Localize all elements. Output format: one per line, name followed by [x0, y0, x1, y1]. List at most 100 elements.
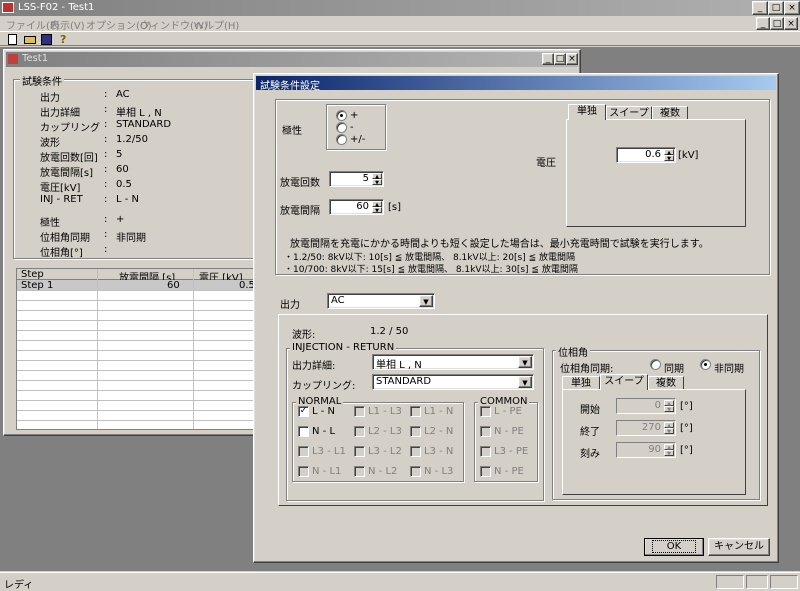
maximize-button[interactable]: □ [768, 1, 784, 15]
condition-value: L - N [116, 194, 140, 205]
interval-unit: [s] [388, 202, 402, 213]
phase-field-value: 90 [648, 444, 661, 455]
status-bar: レディ [0, 572, 800, 591]
voltage-tab-single[interactable]: 単独 [568, 104, 606, 120]
polarity-both-radio[interactable] [336, 134, 347, 145]
coupling-select[interactable]: STANDARD ▼ [372, 374, 534, 390]
normal-checkbox[interactable] [298, 466, 309, 477]
common-checkbox-label: N - PE [494, 466, 524, 477]
condition-value: 1.2/50 [116, 134, 148, 145]
grid-row-line [17, 390, 255, 391]
condition-value: 非同期 [116, 233, 146, 244]
waveform-value: 1.2 / 50 [370, 326, 409, 337]
count-spinner[interactable]: ▲ ▼ [372, 173, 382, 186]
phase-tab-sweep[interactable]: スイープ [600, 374, 648, 390]
common-checkbox[interactable] [480, 426, 491, 437]
interval-spinner[interactable]: ▲ ▼ [372, 201, 382, 214]
normal-checkbox[interactable] [298, 446, 309, 457]
condition-value: STANDARD [116, 119, 172, 130]
settings-dialog: 試験条件設定 極性 + - +/- 放電回数 5 ▲ ▼ 放電間隔 60 ▲ ▼ [… [253, 73, 779, 563]
common-checkbox[interactable] [480, 446, 491, 457]
phase-async-radio-label: 非同期 [714, 364, 744, 375]
phase-field-spinner[interactable]: ▲ ▼ [664, 400, 674, 413]
normal-checkbox[interactable] [410, 426, 421, 437]
voltage-tab-multi[interactable]: 複数 [652, 106, 688, 120]
condition-colon: : [104, 104, 108, 115]
polarity-minus-radio[interactable] [336, 122, 347, 133]
status-pane [770, 575, 798, 589]
child-title: Test1 [22, 53, 49, 64]
menu-help[interactable]: ヘルプ(H) [194, 17, 239, 32]
normal-checkbox[interactable] [410, 446, 421, 457]
output-select[interactable]: AC ▼ [327, 293, 435, 309]
voltage-input[interactable]: 0.6 ▲ ▼ [616, 147, 676, 163]
chevron-down-icon[interactable]: ▼ [518, 356, 532, 368]
minimize-button[interactable]: _ [752, 1, 768, 15]
normal-checkbox[interactable]: ✓ [298, 406, 309, 417]
grid-header-step[interactable]: Step [21, 269, 44, 280]
child-titlebar: Test1 _ □ × [6, 52, 578, 67]
voltage-tab-sweep[interactable]: スイープ [606, 106, 652, 120]
grid-col-line [193, 269, 194, 429]
normal-checkbox[interactable] [410, 466, 421, 477]
coupling-value: STANDARD [376, 376, 432, 387]
polarity-minus-label: - [350, 122, 354, 133]
coupling-label: カップリング: [292, 381, 356, 392]
phase-field-input[interactable]: 270 ▲ ▼ [616, 420, 676, 436]
phase-field-value: 0 [654, 400, 661, 411]
chevron-down-icon[interactable]: ▼ [518, 376, 532, 388]
polarity-plus-label: + [350, 110, 359, 121]
count-input[interactable]: 5 ▲ ▼ [329, 171, 384, 187]
ok-button[interactable]: OK [644, 538, 704, 556]
phase-field-spinner[interactable]: ▲ ▼ [664, 422, 674, 435]
cancel-button[interactable]: キャンセル [708, 538, 770, 556]
child-minimize-button[interactable]: _ [542, 53, 554, 65]
normal-checkbox[interactable] [298, 426, 309, 437]
polarity-plus-radio[interactable] [336, 110, 347, 121]
open-folder-icon[interactable] [24, 36, 36, 44]
phase-field-input[interactable]: 0 ▲ ▼ [616, 398, 676, 414]
mdi-close-button[interactable]: × [784, 17, 798, 30]
child-close-button[interactable]: × [566, 53, 578, 65]
table-row[interactable]: Step 1 60 0.5 [17, 280, 255, 291]
common-checkbox[interactable] [480, 466, 491, 477]
child-maximize-button[interactable]: □ [554, 53, 566, 65]
toolbar: ? [0, 31, 800, 46]
interval-input[interactable]: 60 ▲ ▼ [329, 199, 384, 215]
condition-label: 位相角同期 [40, 233, 90, 244]
help-icon[interactable]: ? [60, 33, 70, 46]
mdi-minimize-button[interactable]: _ [756, 17, 770, 30]
phase-field-spinner[interactable]: ▲ ▼ [664, 444, 674, 457]
condition-colon: : [104, 229, 108, 240]
voltage-spinner[interactable]: ▲ ▼ [664, 149, 674, 162]
phase-field-input[interactable]: 90 ▲ ▼ [616, 442, 676, 458]
close-button[interactable]: × [784, 1, 800, 15]
phase-tab-multi[interactable]: 複数 [648, 376, 684, 390]
mdi-restore-button[interactable]: □ [770, 17, 784, 30]
output-value: AC [331, 295, 345, 306]
output-label: 出力 [280, 300, 300, 311]
normal-checkbox[interactable] [410, 406, 421, 417]
normal-checkbox[interactable] [354, 426, 365, 437]
save-icon[interactable] [41, 34, 52, 45]
normal-checkbox[interactable] [354, 446, 365, 457]
child-icon [8, 54, 18, 64]
voltage-label: 電圧 [536, 158, 556, 169]
normal-checkbox[interactable] [354, 466, 365, 477]
condition-colon: : [104, 164, 108, 175]
phase-sync-radio-label: 同期 [664, 364, 684, 375]
chevron-down-icon[interactable]: ▼ [419, 295, 433, 307]
new-file-icon[interactable] [8, 34, 17, 45]
app-title: LSS-F02 - Test1 [18, 2, 95, 13]
note-line-1: 放電間隔を充電にかかる時間よりも短く設定した場合は、最小充電時間で試験を実行しま… [290, 239, 709, 250]
detail-select[interactable]: 単相 L , N ▼ [372, 354, 534, 371]
normal-checkbox[interactable] [354, 406, 365, 417]
menu-view[interactable]: 表示(V) [50, 17, 85, 32]
condition-colon: : [104, 149, 108, 160]
steps-grid-header: Step 放電間隔 [s] 電圧 [kV] [17, 269, 255, 284]
common-checkbox[interactable] [480, 406, 491, 417]
phase-tab-single[interactable]: 単独 [562, 376, 600, 390]
phase-field-label: 開始 [580, 405, 600, 416]
phase-async-radio[interactable] [700, 359, 711, 370]
phase-sync-radio[interactable] [650, 359, 661, 370]
